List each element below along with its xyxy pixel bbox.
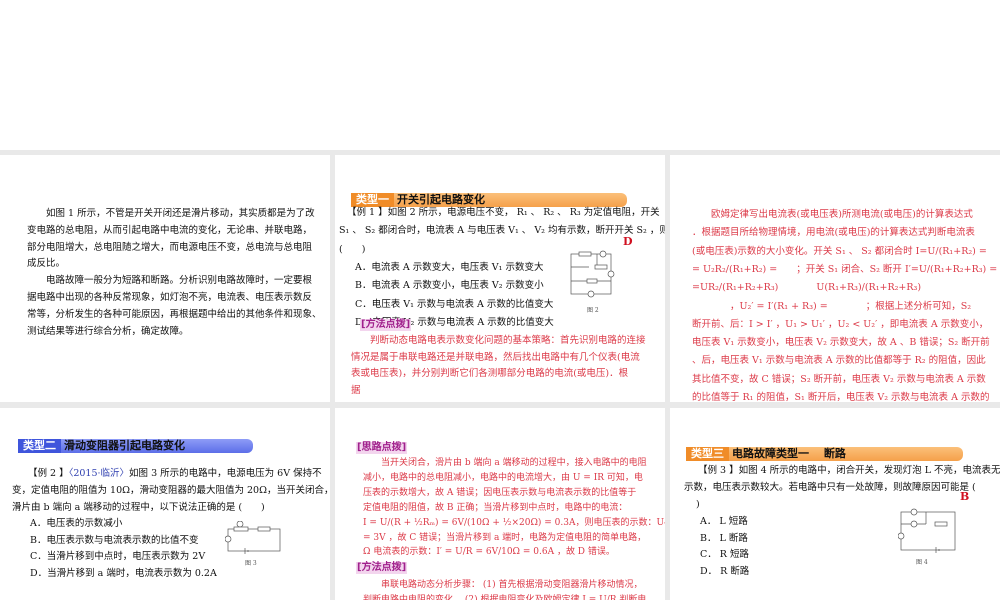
idea-label: [思路点拨] (356, 442, 408, 454)
text-line: ( ) (339, 243, 366, 255)
text-line: 减小，电路中的总电阻减小，电路中的电流增大，由 U = IR 可知，电 (363, 472, 643, 483)
text-line: =UR₂/(R₁+R₂+R₃) U(R₁+R₃)/(R₁+R₂+R₃) (692, 282, 922, 294)
answer-mark: D (623, 235, 633, 248)
section-tag: 类型三 (686, 447, 729, 461)
example-line: 【例 2 】〈2015·临沂〉如图 3 所示的电路中，电源电压为 6V 保持不 (28, 468, 322, 480)
text-line: 判断动态电路电表示数变化问题的基本策略：首先识别电路的连接 (370, 335, 646, 346)
section-banner: 类型二 滑动变阻器引起电路变化 (18, 439, 253, 453)
text-line: 变电路的总电阻，从而引起电路中电流的变化，无论串、并联电路， (27, 224, 313, 236)
text-line: A． L 短路 (700, 516, 748, 527)
text-line: 压表的示数增大，故 A 错误；因电压表示数与电流表示数的比值等于 (363, 487, 637, 498)
text-line: 断开前、后：I > I′ ，U₁ > U₁′ ，U₂ < U₂′ ，即电流表 A… (692, 318, 989, 330)
method-label: [方法点拨] (356, 562, 408, 574)
text-line: 电压表 V₁ 示数变小，电压表 V₂ 示数变大，故 A 、B 错误；S₂ 断开前 (692, 337, 990, 349)
text-line: 成反比。 (27, 258, 66, 270)
text-line: C．当滑片移到中点时，电压表示数为 2V (30, 551, 206, 563)
answer-mark: B (960, 490, 970, 503)
figure-caption: 图 2 (587, 307, 599, 314)
circuit-figure-2 (570, 250, 615, 298)
slide-solution-2[interactable]: [思路点拨] 当开关闭合，滑片由 b 端向 a 端移动的过程中，接入电路中的电阻… (335, 408, 665, 600)
text-line: 判断电路中电阻的变化， (2) 根据电阻变化及欧姆定律 I = U/R 判断电 (363, 595, 647, 600)
text-line: ，U₂′ = I′(R₁ + R₃) = ；根据上述分析可知，S₂ (692, 300, 972, 312)
text-line: 变，定值电阻的阻值为 10Ω，滑动变阻器的最大阻值为 20Ω，当开关闭合， (12, 485, 330, 496)
text-line: A．电压表的示数减小 (30, 518, 123, 529)
text-line: 滑片由 b 端向 a 端移动的过程中，以下说法正确的是 ( ) (12, 501, 265, 513)
text-line: = 3V ，故 C 错误；当滑片移到 a 端时，电路为定值电阻的简单电路， (363, 532, 647, 543)
text-line: 表或电压表)，并分别判断它们各测哪部分电路的电流(或电压)．根 (351, 368, 629, 379)
example-prefix: 【例 2 】 (28, 468, 69, 479)
text-line: D． R 断路 (700, 565, 750, 577)
section-tag: 类型一 (351, 193, 394, 207)
slide-intro[interactable]: 如图 1 所示，不管是开关开闭还是滑片移动，其实质都是为了改变电路的总电阻，从而… (0, 155, 330, 402)
section-banner: 类型三 电路故障类型一 断路 (686, 447, 963, 461)
text-line: B．电流表 A 示数变小，电压表 V₂ 示数变小 (355, 280, 544, 292)
text-line: B． L 断路 (700, 532, 748, 544)
slide-type-one[interactable]: 类型一 开关引起电路变化 【例 1 】如图 2 所示，电源电压不变， R₁ 、 … (335, 155, 665, 402)
text-line: S₁ 、 S₂ 都闭合时，电流表 A 与电压表 V₁ 、 V₂ 均有示数，断开开… (339, 225, 665, 237)
text-line: I = U/(R + ½Rₘ) = 6V/(10Ω + ½×20Ω) = 0.3… (363, 517, 665, 528)
text-line: 常等，分析发生的各种可能原因，再根据题中给出的其他条件和现象、 (27, 308, 322, 320)
text-line: 【例 1 】如图 2 所示，电源电压不变， R₁ 、 R₂ 、 R₃ 为定值电阻… (347, 207, 660, 218)
text-line: 示数，电压表示数较大。若电路中只有一处故障，则故障原因可能是 ( (684, 481, 976, 493)
text-line: 、后，电压表 V₁ 示数与电流表 A 示数的比值都等于 R₂ 的阻值，因此 (692, 355, 986, 367)
text-line: 电路故障一般分为短路和断路。分析识别电路故障时，一定要根 (46, 275, 313, 287)
text-line: 当开关闭合，滑片由 b 端向 a 端移动的过程中，接入电路中的电阻 (381, 458, 647, 468)
section-tag: 类型二 (18, 439, 61, 453)
text-line: A．电流表 A 示数变大，电压表 V₁ 示数变大 (355, 261, 544, 273)
section-title: 电路故障类型一 断路 (732, 447, 846, 460)
circuit-figure-4 (898, 508, 956, 553)
text-line: 情况是属于串联电路还是并联电路，然后找出电路中有几个仪表(电流 (351, 351, 640, 363)
figure-caption: 图 3 (245, 560, 257, 567)
text-line: Ω 电流表的示数：I′ = U/R = 6V/10Ω = 0.6A ，故 D 错… (363, 547, 615, 558)
text-line: 其比值不变，故 C 错误；S₂ 断开前，电压表 V₂ 示数与电流表 A 示数 (692, 373, 986, 385)
text-line: ．根据题目所给物理情境，用电流(或电压)的计算表达式判断电流表 (692, 227, 975, 239)
slide-type-two[interactable]: 类型二 滑动变阻器引起电路变化 【例 2 】〈2015·临沂〉如图 3 所示的电… (0, 408, 330, 600)
example-text: 如图 3 所示的电路中，电源电压为 6V 保持不 (129, 468, 322, 479)
method-label: [方法点拨] (360, 319, 412, 331)
slide-type-three[interactable]: 类型三 电路故障类型一 断路 【例 3 】如图 4 所示的电路中，闭合开关，发现… (670, 408, 1000, 600)
section-title: 滑动变阻器引起电路变化 (64, 439, 185, 452)
text-line: (或电压表)示数的大小变化。开关 S₁ 、 S₂ 都闭合时 I=U/(R₁+R₂… (692, 245, 1000, 257)
text-line: 串联电路动态分析步骤： (1) 首先根据滑动变阻器滑片移动情况， (381, 580, 643, 590)
slide-solution-1[interactable]: 欧姆定律写出电流表(或电压表)所测电流(或电压)的计算表达式 ．根据题目所给物理情… (670, 155, 1000, 402)
text-line: 部分电阻增大，总电阻随之增大，而电源电压不变，总电流与总电阻 (27, 241, 313, 253)
text-line: 如图 1 所示，不管是开关开闭还是滑片移动，其实质都是为了改 (46, 208, 315, 219)
section-title: 开关引起电路变化 (397, 193, 485, 206)
text-line: = U₂R₂/(R₁+R₂) = ；开关 S₁ 闭合、S₂ 断开 I′=U/(R… (692, 263, 1000, 275)
text-line: 据 (351, 384, 361, 396)
text-line: B．电压表示数与电流表示数的比值不变 (30, 534, 199, 546)
text-line: 据电路中出现的各种反常现象，如灯泡不亮，电流表、电压表示数反 (27, 292, 313, 303)
text-line: 测试结果等进行综合分析，确定故障。 (27, 325, 189, 337)
text-line: 欧姆定律写出电流表(或电压表)所测电流(或电压)的计算表达式 (711, 209, 973, 220)
circuit-figure-3 (225, 521, 281, 554)
text-line: C．电压表 V₁ 示数与电流表 A 示数的比值变大 (355, 298, 554, 310)
figure-caption: 图 4 (916, 559, 928, 566)
text-line: 【例 3 】如图 4 所示的电路中，闭合开关，发现灯泡 L 不亮，电流表无 (698, 465, 1000, 476)
section-banner: 类型一 开关引起电路变化 (351, 193, 627, 207)
example-source: 〈2015·临沂〉 (68, 468, 130, 479)
text-line: ) (696, 498, 700, 510)
text-line: C． R 短路 (700, 549, 749, 561)
slide-top[interactable] (0, 0, 1000, 150)
text-line: 定值电阻的阻值，故 B 正确；当滑片移到中点时，电路中的电流： (363, 502, 628, 513)
text-line: D．当滑片移到 a 端时，电流表示数为 0.2A (30, 568, 217, 580)
text-line: 的比值等于 R₁ 的阻值，S₁ 断开后，电压表 V₂ 示数与电流表 A 示数的 (692, 392, 990, 402)
